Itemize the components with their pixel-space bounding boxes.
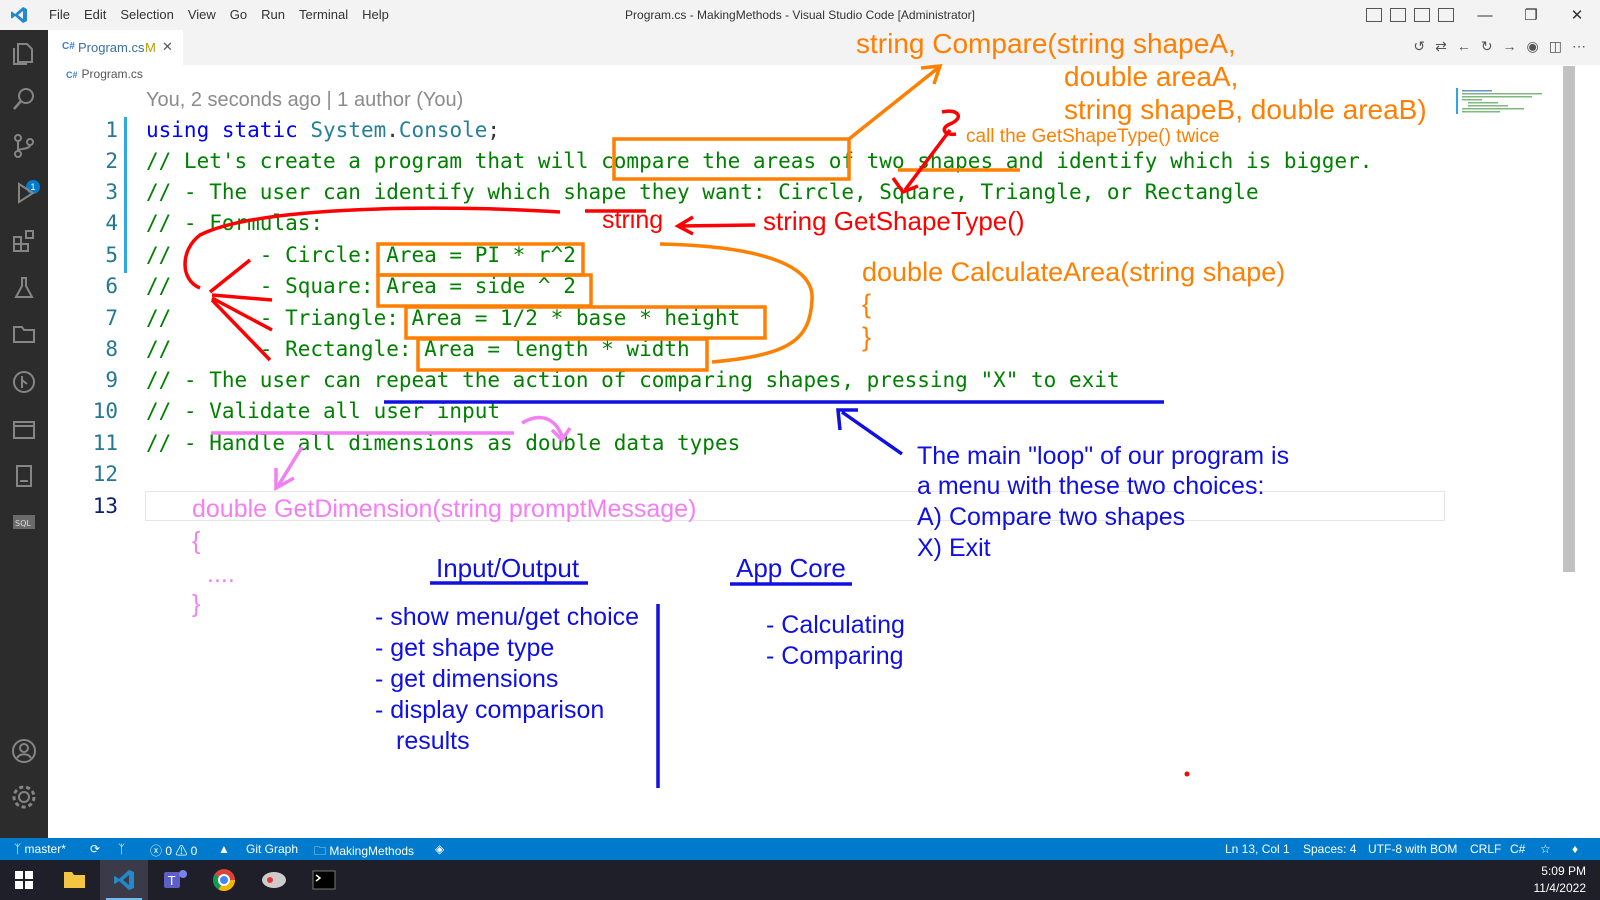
publish-icon[interactable]: ᛉ bbox=[118, 842, 125, 856]
pink-curve-arrow bbox=[521, 415, 572, 443]
calculatearea-signature: double CalculateArea(string shape) bbox=[862, 257, 1286, 287]
flame-icon[interactable]: ▲ bbox=[218, 842, 230, 856]
arrow-call-twice bbox=[891, 128, 952, 195]
chrome-icon[interactable] bbox=[200, 860, 248, 900]
getdimension-signature: double GetDimension(string promptMessage… bbox=[192, 495, 697, 523]
system-clock[interactable]: 5:09 PM 11/4/2022 bbox=[1534, 863, 1587, 897]
file-explorer-icon[interactable] bbox=[50, 860, 98, 900]
io-heading: Input/Output bbox=[436, 553, 580, 583]
loop-note-line-1: The main "loop" of our program is bbox=[917, 442, 1290, 470]
branch-rectangle bbox=[210, 298, 272, 362]
feedback-icon[interactable]: ☆ bbox=[1540, 842, 1551, 856]
box-circle-formula bbox=[376, 242, 585, 277]
io-item: - display comparison bbox=[375, 696, 605, 724]
calculatearea-close-brace: } bbox=[862, 322, 872, 352]
branch-circle bbox=[208, 258, 252, 294]
box-rectangle-formula bbox=[416, 337, 709, 372]
getdimension-body: .... bbox=[207, 560, 235, 588]
core-heading: App Core bbox=[736, 553, 846, 583]
branch-square bbox=[211, 293, 273, 302]
compare-signature-line-1: string Compare(string shapeA, bbox=[856, 28, 1236, 59]
getshapetype-signature: string GetShapeType() bbox=[763, 206, 1025, 236]
language-mode[interactable]: C# bbox=[1510, 842, 1525, 856]
io-item: - get dimensions bbox=[375, 665, 559, 693]
core-item: - Comparing bbox=[766, 642, 904, 670]
io-item: results bbox=[396, 727, 470, 755]
clock-date: 11/4/2022 bbox=[1533, 881, 1587, 895]
terminal-icon[interactable] bbox=[300, 860, 348, 900]
loop-note-line-2: a menu with these two choices: bbox=[917, 472, 1265, 500]
pink-arrow-to-getdimension bbox=[274, 446, 304, 491]
status-bar: ᛉ master* ⟳ ᛉ ⓧ 0 ⚠ 0 ▲ Git Graph 🗀 Maki… bbox=[0, 838, 1600, 860]
svg-text:T: T bbox=[167, 874, 176, 888]
windows-start-icon[interactable] bbox=[0, 860, 48, 900]
teams-icon[interactable]: T bbox=[150, 860, 198, 900]
calculatearea-open-brace: { bbox=[862, 289, 872, 319]
folder-name: MakingMethods bbox=[329, 844, 415, 858]
notifications-bell-icon[interactable]: ♦ bbox=[1572, 842, 1578, 856]
box-compare-the-areas bbox=[612, 137, 851, 181]
arrow-to-compare bbox=[847, 63, 943, 141]
string-return-note: string bbox=[602, 206, 664, 234]
compare-signature-line-3: string shapeB, double areaB) bbox=[1064, 94, 1427, 125]
clock-time: 5:09 PM bbox=[1541, 864, 1586, 878]
windows-taskbar: T 5:09 PM 11/4/2022 bbox=[0, 860, 1600, 900]
arrow-to-loop bbox=[836, 408, 904, 456]
box-square-formula bbox=[376, 273, 593, 308]
getdimension-close-brace: } bbox=[192, 590, 201, 618]
arrow-to-string bbox=[674, 215, 756, 236]
loop-to-calculate-area bbox=[659, 242, 814, 364]
loop-note-line-3: A) Compare two shapes bbox=[917, 503, 1186, 531]
branch-indicator[interactable]: ᛉ master* bbox=[14, 842, 66, 856]
getdimension-open-brace: { bbox=[192, 527, 201, 555]
call-twice-note: call the GetShapeType() twice bbox=[966, 126, 1220, 147]
compare-signature-line-2: double areaA, bbox=[1064, 61, 1239, 92]
box-triangle-formula bbox=[404, 305, 767, 340]
red-dot bbox=[1184, 771, 1190, 777]
core-item: - Calculating bbox=[766, 611, 905, 639]
snipping-tool-icon[interactable] bbox=[250, 860, 298, 900]
sync-icon[interactable]: ⟳ bbox=[90, 842, 100, 856]
cursor-position[interactable]: Ln 13, Col 1 bbox=[1225, 842, 1290, 856]
end-of-line[interactable]: CRLF bbox=[1470, 842, 1501, 856]
annotation-drawing bbox=[183, 63, 1190, 788]
io-item: - get shape type bbox=[375, 634, 555, 662]
io-item: - show menu/get choice bbox=[375, 603, 640, 631]
live-share-icon[interactable]: ◈ bbox=[435, 842, 444, 856]
problems-indicator[interactable]: ⓧ 0 ⚠ 0 bbox=[150, 842, 197, 859]
vscode-taskbar-icon[interactable] bbox=[100, 860, 148, 900]
indentation[interactable]: Spaces: 4 bbox=[1303, 842, 1356, 856]
encoding[interactable]: UTF-8 with BOM bbox=[1368, 842, 1457, 856]
git-graph-button[interactable]: Git Graph bbox=[246, 842, 298, 856]
branch-triangle bbox=[211, 296, 273, 332]
branch-name: master* bbox=[24, 842, 66, 856]
loop-note-line-4: X) Exit bbox=[917, 534, 991, 562]
